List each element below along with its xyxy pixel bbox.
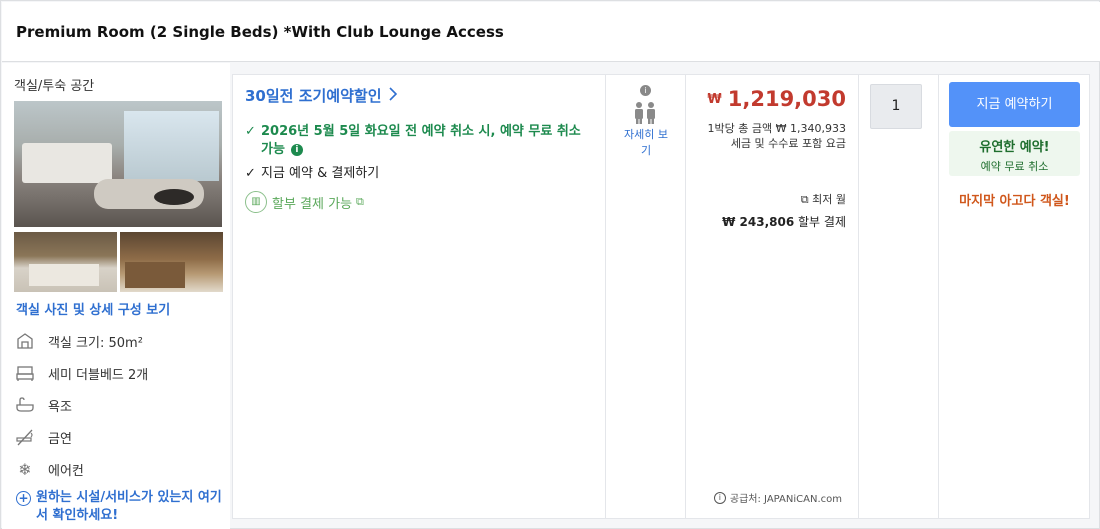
- occupancy-detail-link[interactable]: 자세히 보기: [620, 127, 672, 159]
- free-cancellation-condition: ✓ 2026년 5월 5일 화요일 전 예약 취소 시, 예약 무료 취소 가능…: [245, 123, 590, 159]
- flexible-subtitle: 예약 무료 취소: [980, 160, 1049, 173]
- monthly-installment-amount: ₩ 243,806 할부 결제: [722, 213, 846, 230]
- offer-row: 30일전 조기예약할인 ✓ 2026년 5월 5일 화요일 전 예약 취소 시,…: [232, 74, 1090, 519]
- room-thumbnail-2[interactable]: [120, 232, 223, 292]
- amenity-label: 에어컨: [48, 463, 84, 479]
- chevron-right-icon: [388, 87, 398, 105]
- amenity-no-smoking: 금연: [14, 427, 72, 447]
- book-now-button[interactable]: 지금 예약하기: [949, 82, 1080, 127]
- plus-circle-icon: +: [16, 491, 31, 506]
- room-quantity-select[interactable]: 1: [870, 84, 922, 129]
- monthly-amount-suffix: 할부 결제: [798, 215, 846, 229]
- room-category-label: 객실/투숙 공간: [14, 79, 95, 94]
- total-per-night: 1박당 총 금액 ₩ 1,340,933: [707, 122, 846, 135]
- view-room-photos-link[interactable]: 객실 사진 및 상세 구성 보기: [16, 299, 170, 318]
- check-icon: ✓: [245, 124, 256, 139]
- check-icon: ✓: [245, 166, 256, 181]
- facility-check-text: 원하는 시설/서비스가 있는지 여기서 확인하세요!: [36, 490, 222, 523]
- snowflake-icon: ❄: [18, 459, 32, 479]
- installment-icon: ▥: [245, 191, 267, 213]
- pay-now-text: 지금 예약 & 결제하기: [261, 166, 380, 181]
- room-header: Premium Room (2 Single Beds) *With Club …: [2, 2, 1100, 62]
- room-size-icon: [14, 331, 36, 351]
- amenity-beds: 세미 더블베드 2개: [14, 363, 148, 383]
- room-title: Premium Room (2 Single Beds) *With Club …: [16, 23, 504, 41]
- price-amount: ₩1,219,030: [707, 87, 846, 111]
- external-link-icon: ⧉: [356, 195, 364, 208]
- flexible-title: 유연한 예약!: [979, 140, 1050, 155]
- amenity-air-conditioning: ❄ 에어컨: [14, 459, 84, 479]
- no-smoking-icon: [14, 427, 36, 447]
- price-breakdown: 1박당 총 금액 ₩ 1,340,933 세금 및 수수료 포함 요금: [708, 121, 846, 151]
- occupancy-column: i 자세히 보기: [606, 75, 685, 518]
- installment-text: 할부 결제 가능: [272, 196, 353, 212]
- info-icon: i: [713, 491, 726, 504]
- early-booking-promo-link[interactable]: 30일전 조기예약할인: [245, 85, 398, 106]
- info-icon[interactable]: i: [290, 144, 303, 156]
- free-cancel-text: 2026년 5월 5일 화요일 전 예약 취소 시, 예약 무료 취소 가능: [261, 124, 581, 157]
- amenity-label: 욕조: [48, 399, 72, 415]
- amenity-label: 금연: [48, 431, 72, 447]
- currency-symbol: ₩: [707, 92, 722, 107]
- booking-column: 지금 예약하기 유연한 예약! 예약 무료 취소 마지막 아고다 객실!: [939, 75, 1090, 518]
- amenity-label: 객실 크기: 50m²: [48, 335, 143, 351]
- price-value: 1,219,030: [727, 87, 846, 111]
- monthly-amount-value: ₩ 243,806: [722, 215, 795, 229]
- amenity-room-size: 객실 크기: 50m²: [14, 331, 143, 351]
- tax-note: 세금 및 수수료 포함 요금: [730, 137, 846, 150]
- room-quantity-column: 1: [859, 75, 938, 518]
- room-offer-panel: Premium Room (2 Single Beds) *With Club …: [0, 0, 1100, 529]
- amenity-bathtub: 욕조: [14, 395, 72, 415]
- supplier-text: 공급처: JAPANiCAN.com: [729, 494, 842, 505]
- promo-label: 30일전 조기예약할인: [245, 87, 382, 105]
- flexible-booking-badge: 유연한 예약! 예약 무료 취소: [949, 131, 1080, 176]
- facility-check-link[interactable]: + 원하는 시설/서비스가 있는지 여기서 확인하세요!: [16, 489, 226, 525]
- amenity-label: 세미 더블베드 2개: [48, 367, 149, 383]
- room-info-column: 객실/투숙 공간 객실 사진 및 상세 구성 보기 객실 크기: 50m² 세미…: [2, 63, 230, 529]
- monthly-installment-label[interactable]: ⧉ 최저 월: [801, 191, 846, 207]
- price-column: ₩1,219,030 1박당 총 금액 ₩ 1,340,933 세금 및 수수료…: [686, 75, 858, 518]
- bed-icon: [14, 363, 36, 383]
- room-thumbnail-1[interactable]: [14, 232, 117, 292]
- installment-payment-link[interactable]: ▥ 할부 결제 가능 ⧉: [245, 191, 364, 213]
- info-icon[interactable]: i: [640, 85, 651, 96]
- external-link-icon: ⧉: [800, 193, 809, 206]
- room-main-photo[interactable]: [14, 101, 222, 227]
- supplier-info: i 공급처: JAPANiCAN.com: [713, 490, 842, 505]
- pay-now-condition: ✓ 지금 예약 & 결제하기: [245, 165, 379, 183]
- bathtub-icon: [14, 395, 36, 415]
- monthly-label-text: 최저 월: [812, 193, 846, 206]
- two-adults-icon: [633, 101, 657, 129]
- last-room-notice: 마지막 아고다 객실!: [959, 194, 1070, 209]
